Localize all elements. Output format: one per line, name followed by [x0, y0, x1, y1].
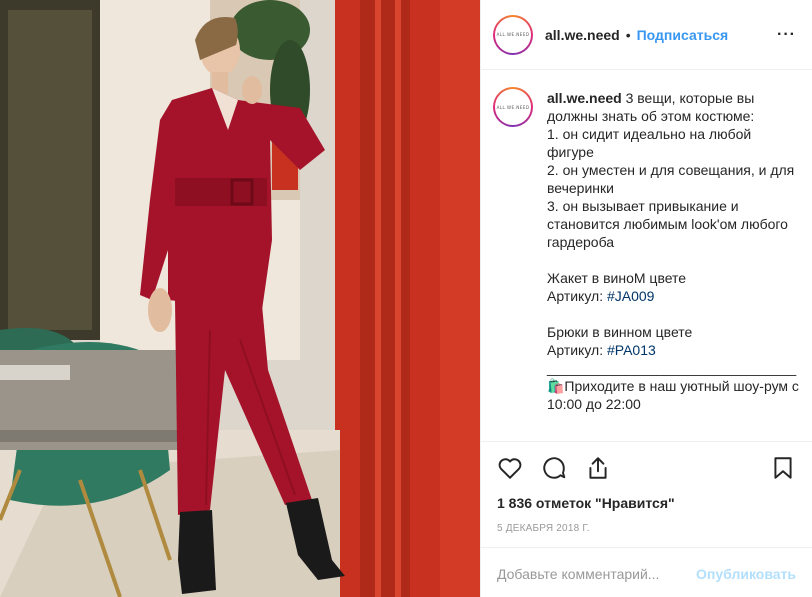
comment-box: Опубликовать — [481, 547, 812, 597]
share-icon[interactable] — [585, 455, 611, 481]
hashtag-ja009[interactable]: #JA009 — [607, 288, 654, 304]
photo-illustration — [0, 0, 480, 597]
comment-input[interactable] — [497, 565, 697, 582]
follow-button[interactable]: Подписаться — [637, 27, 729, 43]
post-header: all.we.need all.we.need • Подписаться ··… — [481, 0, 812, 70]
heart-icon[interactable] — [497, 455, 523, 481]
caption: all.we.need all.we.need 3 вещи, которые … — [493, 87, 800, 413]
caption-avatar-logo: all.we.need — [496, 104, 530, 110]
caption-text: all.we.need 3 вещи, которые вы должны зн… — [547, 89, 800, 413]
avatar-logo: all.we.need — [496, 32, 530, 37]
actions-section: 1 836 отметок "Нравится" 5 декабря 2018 … — [481, 441, 812, 591]
caption-body-3: ________________________________ 🛍️Прихо… — [547, 360, 799, 412]
post-panel: all.we.need all.we.need • Подписаться ··… — [480, 0, 812, 597]
separator-dot: • — [625, 26, 631, 43]
more-options-icon[interactable]: ··· — [777, 26, 796, 44]
caption-avatar[interactable]: all.we.need — [493, 87, 533, 127]
publish-button[interactable]: Опубликовать — [696, 566, 796, 582]
bookmark-icon[interactable] — [770, 455, 796, 481]
action-icons — [497, 442, 796, 494]
post-date[interactable]: 5 декабря 2018 г. — [497, 523, 796, 534]
hashtag-pa013[interactable]: #PA013 — [607, 342, 656, 358]
caption-avatar-inner: all.we.need — [495, 89, 531, 125]
caption-username[interactable]: all.we.need — [547, 90, 622, 106]
username-link[interactable]: all.we.need — [545, 27, 620, 43]
avatar[interactable]: all.we.need — [493, 14, 533, 55]
comments-area[interactable]: all.we.need all.we.need 3 вещи, которые … — [481, 71, 812, 441]
post-photo[interactable] — [0, 0, 480, 597]
caption-body-1: 3 вещи, которые вы должны знать об этом … — [547, 90, 795, 304]
comment-icon[interactable] — [541, 455, 567, 481]
likes-count[interactable]: 1 836 отметок "Нравится" — [497, 495, 796, 511]
avatar-inner: all.we.need — [495, 16, 531, 53]
